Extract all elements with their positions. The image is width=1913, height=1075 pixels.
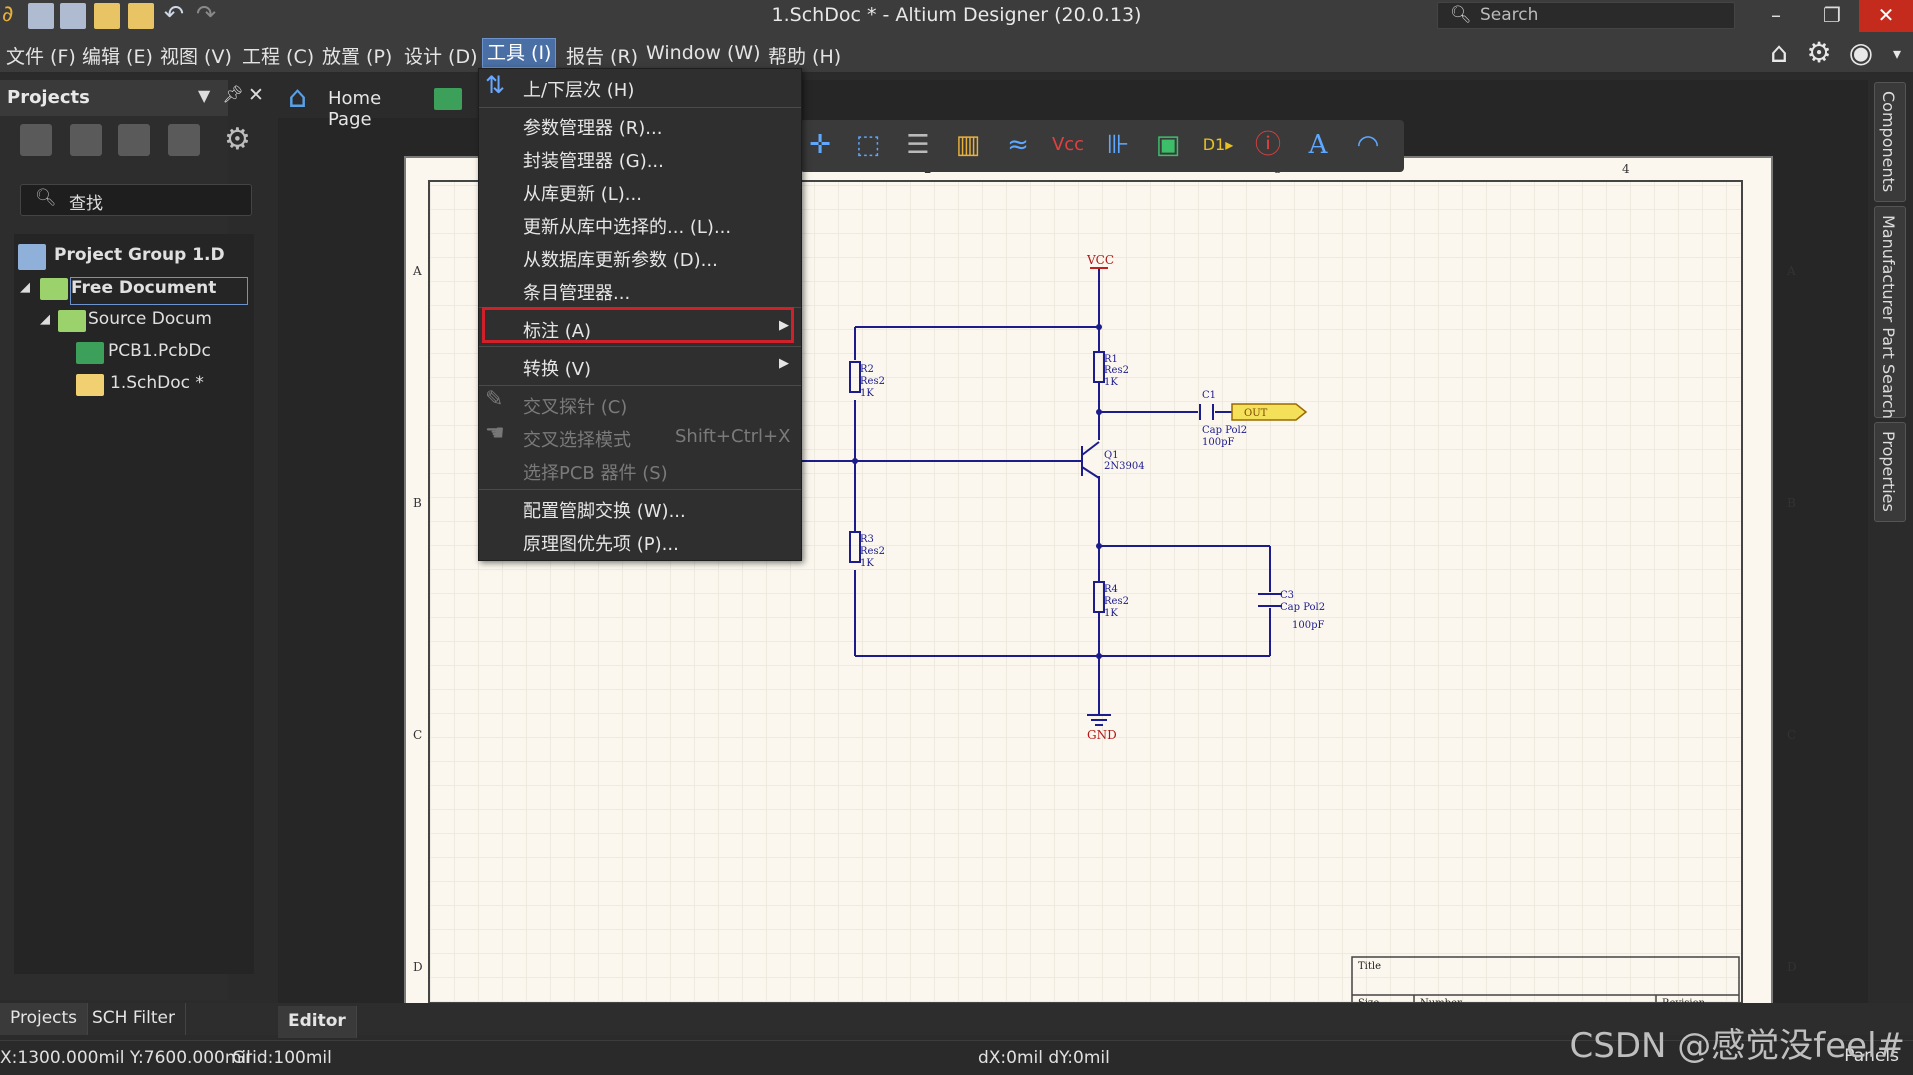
menu-item-cross-probe[interactable]: 交叉探针 (C) (479, 388, 801, 421)
q1-ref: Q1 (1104, 450, 1119, 461)
tab-components[interactable]: Components (1874, 82, 1906, 202)
cursor-coordinates: X:1300.000mil Y:7600.000mil (0, 1048, 251, 1068)
r3-value: 1K (860, 558, 874, 569)
menu-item-item-manager[interactable]: 条目管理器... (479, 274, 801, 307)
select-area-icon[interactable]: ⬚ (850, 126, 886, 164)
schematic-active-bar: ✛ ⬚ ☰ ▥ ≈ Vcc ⊪ ▣ D1▸ ⓘ A ◠ (800, 120, 1404, 172)
c1-type: Cap Pol2 (1202, 425, 1247, 436)
harness-icon[interactable]: ⊪ (1100, 126, 1136, 164)
tab-sch-filter[interactable]: SCH Filter (82, 1003, 186, 1035)
tab-properties[interactable]: Properties (1874, 422, 1906, 522)
submenu-arrow-icon: ▶ (779, 356, 789, 371)
text-icon[interactable]: A (1300, 126, 1336, 164)
menu-item-parameter-manager[interactable]: 参数管理器 (R)... (479, 109, 801, 142)
tab-projects[interactable]: Projects (0, 1003, 89, 1035)
c3-type: Cap Pol2 (1280, 602, 1325, 613)
port-out-label: OUT (1244, 408, 1268, 419)
wire-icon[interactable]: ≈ (1000, 126, 1036, 164)
sheet-symbol-icon[interactable]: ▣ (1150, 126, 1186, 164)
grid-size: Grid:100mil (232, 1048, 332, 1068)
menu-separator (479, 489, 801, 490)
annotation-highlight-box (482, 307, 794, 343)
tab-editor[interactable]: Editor (278, 1006, 357, 1038)
menu-item-footprint-manager[interactable]: 封装管理器 (G)... (479, 142, 801, 175)
menu-item-update-params-from-database[interactable]: 从数据库更新参数 (D)... (479, 241, 801, 274)
port-icon[interactable]: D1▸ (1200, 126, 1236, 164)
r3-ref: R3 (860, 534, 874, 545)
title-block-title: Title (1358, 961, 1381, 972)
c1-ref: C1 (1202, 390, 1216, 401)
gnd-label: GND (1087, 728, 1117, 742)
move-icon[interactable]: ✛ (802, 126, 838, 164)
menu-item-convert[interactable]: 转换 (V) ▶ (479, 350, 801, 383)
r2-value: 1K (860, 388, 874, 399)
menu-item-schematic-preferences[interactable]: 原理图优先项 (P)... (479, 525, 801, 558)
menu-item-update-selected-from-library[interactable]: 更新从库中选择的... (L)... (479, 208, 801, 241)
menu-item-configure-pin-swapping[interactable]: 配置管脚交换 (W)... (479, 492, 801, 525)
menu-item-up-down-hierarchy[interactable]: 上/下层次 (H) (479, 71, 801, 104)
power-port-icon[interactable]: Vcc (1050, 126, 1086, 164)
directive-icon[interactable]: ⓘ (1250, 126, 1286, 164)
tab-manufacturer-part-search[interactable]: Manufacturer Part Search (1874, 206, 1906, 419)
align-icon[interactable]: ☰ (900, 126, 936, 164)
delta-readout: dX:0mil dY:0mil (978, 1048, 1110, 1068)
menu-item-update-from-library[interactable]: 从库更新 (L)... (479, 175, 801, 208)
vcc-label: VCC (1086, 253, 1114, 267)
r1-value: 1K (1104, 377, 1118, 388)
r1-ref: R1 (1104, 354, 1118, 365)
menu-item-cross-select-mode[interactable]: 交叉选择模式 Shift+Ctrl+X (479, 421, 801, 454)
menu-item-select-pcb-components[interactable]: 选择PCB 器件 (S) (479, 454, 801, 487)
r4-type: Res2 (1104, 596, 1129, 607)
menu-separator (479, 346, 801, 347)
q1-type: 2N3904 (1104, 461, 1145, 472)
r2-ref: R2 (860, 364, 874, 375)
place-part-icon[interactable]: ▥ (950, 126, 986, 164)
arc-icon[interactable]: ◠ (1350, 126, 1386, 164)
r4-value: 1K (1104, 608, 1118, 619)
r4-ref: R4 (1104, 584, 1118, 595)
c3-value: 100pF (1292, 620, 1324, 631)
r3-type: Res2 (860, 546, 885, 557)
menu-separator (479, 107, 801, 108)
r1-type: Res2 (1104, 365, 1129, 376)
watermark: CSDN @感觉没feel# (1569, 1026, 1905, 1066)
menu-separator (479, 385, 801, 386)
c3-ref: C3 (1280, 590, 1294, 601)
c1-value: 100pF (1202, 437, 1234, 448)
r2-type: Res2 (860, 376, 885, 387)
